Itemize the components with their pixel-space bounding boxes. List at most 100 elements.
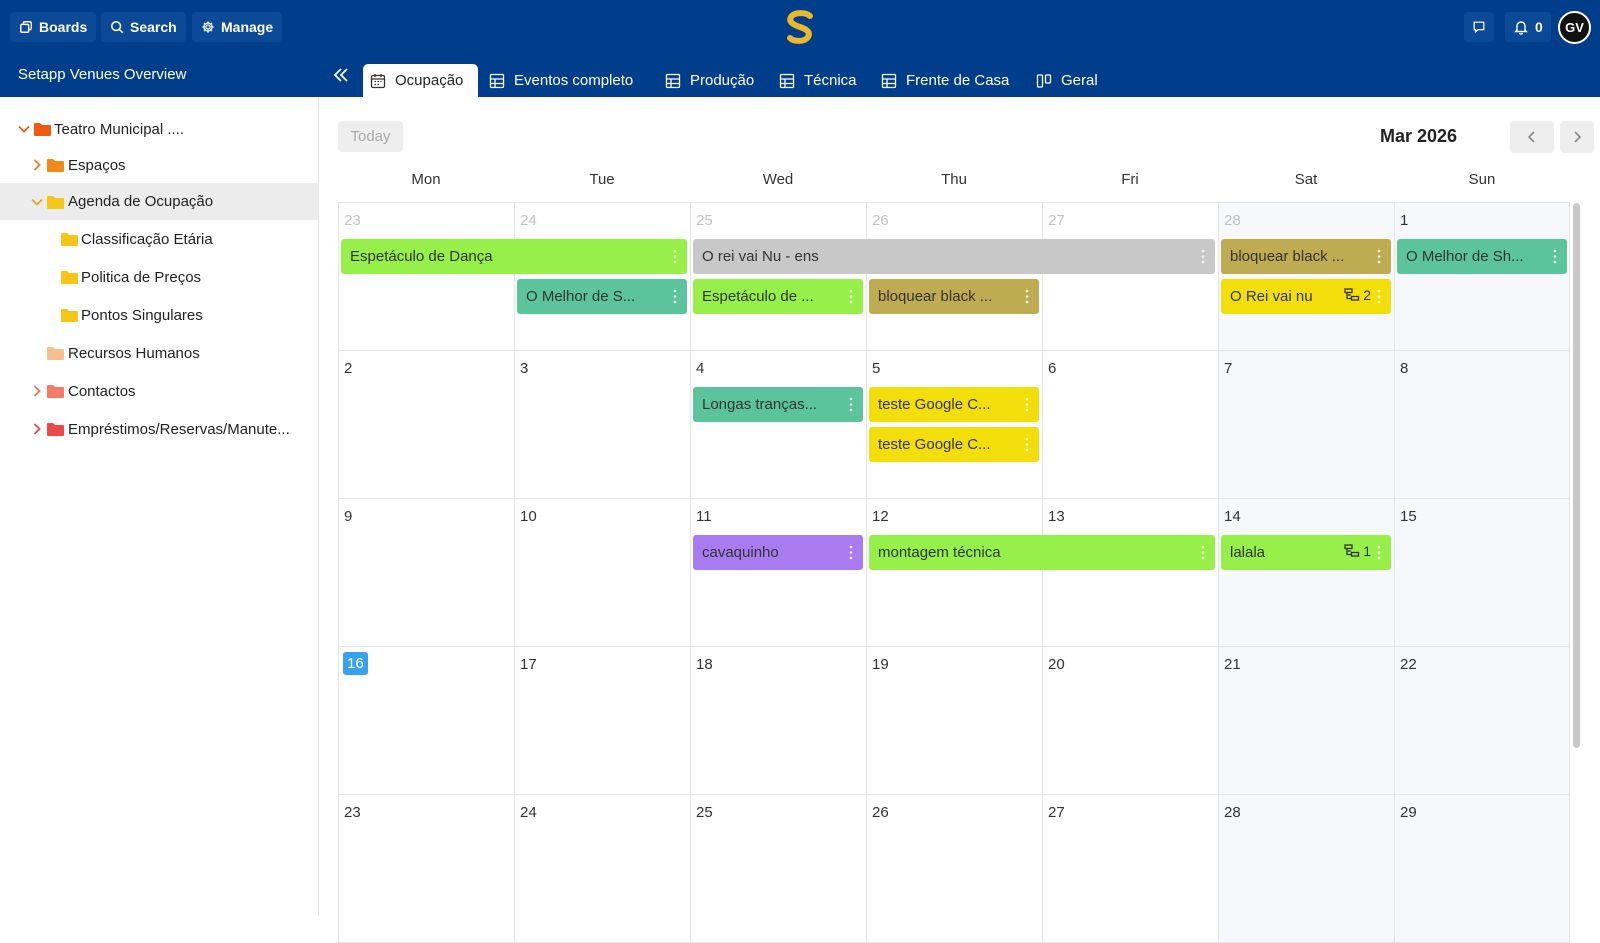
day-cell[interactable]	[1042, 203, 1218, 351]
day-cell[interactable]	[1394, 795, 1570, 943]
day-cell[interactable]	[1394, 499, 1570, 647]
chat-button[interactable]	[1464, 12, 1494, 42]
collapse-sidebar-icon[interactable]	[330, 64, 352, 86]
calendar-scrollbar[interactable]	[1573, 203, 1580, 748]
day-cell[interactable]	[866, 203, 1042, 351]
chevron-right-icon[interactable]	[30, 422, 44, 436]
calendar-event[interactable]: O Rei vai nu 2	[1221, 279, 1391, 314]
more-vertical-icon[interactable]	[1025, 437, 1029, 452]
chevron-down-icon[interactable]	[30, 195, 44, 209]
day-cell[interactable]	[690, 795, 866, 943]
more-vertical-icon[interactable]	[849, 289, 853, 304]
chevron-right-icon[interactable]	[30, 384, 44, 398]
day-cell[interactable]	[514, 203, 690, 351]
more-vertical-icon[interactable]	[849, 545, 853, 560]
day-cell[interactable]	[1218, 499, 1394, 647]
calendar-event[interactable]: bloquear black ...	[869, 279, 1039, 314]
sidebar-item-label: Politica de Preços	[81, 268, 202, 286]
more-vertical-icon[interactable]	[1377, 289, 1381, 304]
day-cell[interactable]	[690, 203, 866, 351]
event-title: teste Google C...	[878, 396, 991, 413]
chevron-down-icon[interactable]	[17, 122, 31, 136]
day-cell[interactable]	[514, 351, 690, 499]
day-cell[interactable]	[1218, 203, 1394, 351]
prev-month-button[interactable]	[1510, 121, 1554, 153]
more-vertical-icon[interactable]	[1201, 545, 1205, 560]
calendar-event[interactable]: lalala 1	[1221, 535, 1391, 570]
sidebar-item-pontos-singulares[interactable]: Pontos Singulares	[0, 297, 319, 333]
day-cell[interactable]	[690, 351, 866, 499]
calendar-event[interactable]: Espetáculo de ...	[693, 279, 863, 314]
calendar-event[interactable]: Longas tranças...	[693, 387, 863, 422]
day-cell[interactable]	[1042, 499, 1218, 647]
more-vertical-icon[interactable]	[1201, 249, 1205, 264]
tab-ocupacao[interactable]: Ocupação	[363, 64, 478, 97]
notifications-button[interactable]: 0	[1505, 12, 1551, 42]
calendar-event[interactable]: cavaquinho	[693, 535, 863, 570]
more-vertical-icon[interactable]	[1377, 545, 1381, 560]
sidebar-item-emprestimos[interactable]: Empréstimos/Reservas/Manute...	[0, 411, 319, 447]
day-cell[interactable]	[338, 499, 514, 647]
sidebar-item-espacos[interactable]: Espaços	[0, 147, 319, 183]
day-cell[interactable]	[338, 203, 514, 351]
day-cell[interactable]	[690, 647, 866, 795]
day-cell[interactable]	[1394, 351, 1570, 499]
calendar-event[interactable]: bloquear black ...	[1221, 239, 1391, 274]
app-logo[interactable]	[784, 10, 816, 44]
sidebar-item-recursos-humanos[interactable]: Recursos Humanos	[0, 335, 319, 371]
boards-button[interactable]: Boards	[10, 12, 97, 42]
sidebar-item-teatro-municipal[interactable]: Teatro Municipal ....	[0, 111, 319, 147]
more-vertical-icon[interactable]	[673, 249, 677, 264]
day-cell[interactable]	[1042, 647, 1218, 795]
next-month-button[interactable]	[1560, 121, 1594, 153]
sidebar-item-classificacao-etaria[interactable]: Classificação Etária	[0, 221, 319, 257]
day-cell[interactable]	[514, 795, 690, 943]
day-cell[interactable]	[1042, 795, 1218, 943]
more-vertical-icon[interactable]	[1025, 289, 1029, 304]
day-cell[interactable]	[1042, 351, 1218, 499]
calendar-event[interactable]: O Melhor de S...	[517, 279, 687, 314]
day-cell[interactable]	[690, 499, 866, 647]
calendar-event[interactable]: teste Google C...	[869, 387, 1039, 422]
calendar-event[interactable]: O rei vai Nu - ens	[693, 239, 1215, 274]
tab-tecnica[interactable]: Técnica	[772, 64, 864, 97]
calendar-event[interactable]: montagem técnica	[869, 535, 1215, 570]
more-vertical-icon[interactable]	[1553, 249, 1557, 264]
search-button[interactable]: Search	[101, 12, 186, 42]
sidebar-item-politica-de-precos[interactable]: Politica de Preços	[0, 259, 319, 295]
more-vertical-icon[interactable]	[1025, 397, 1029, 412]
day-number: 21	[1224, 656, 1241, 673]
sidebar-item-agenda-de-ocupacao[interactable]: Agenda de Ocupação	[0, 183, 319, 220]
manage-button[interactable]: Manage	[192, 12, 283, 42]
sidebar-item-contactos[interactable]: Contactos	[0, 373, 319, 409]
today-button[interactable]: Today	[338, 121, 403, 152]
day-cell[interactable]	[866, 647, 1042, 795]
chevron-right-icon[interactable]	[30, 158, 44, 172]
more-vertical-icon[interactable]	[673, 289, 677, 304]
day-cell[interactable]	[1218, 647, 1394, 795]
day-cell[interactable]	[1218, 795, 1394, 943]
tab-geral[interactable]: Geral	[1029, 64, 1105, 97]
calendar-event[interactable]: O Melhor de Sh...	[1397, 239, 1567, 274]
user-avatar[interactable]: GV	[1558, 11, 1591, 44]
calendar-event[interactable]: teste Google C...	[869, 427, 1039, 462]
day-cell[interactable]	[338, 351, 514, 499]
tab-frente-de-casa[interactable]: Frente de Casa	[874, 64, 1016, 97]
more-vertical-icon[interactable]	[849, 397, 853, 412]
day-cell[interactable]	[338, 795, 514, 943]
day-cell[interactable]	[1394, 203, 1570, 351]
more-vertical-icon[interactable]	[1377, 249, 1381, 264]
day-cell[interactable]	[514, 499, 690, 647]
day-number: 23	[344, 804, 361, 821]
day-cell[interactable]	[1218, 351, 1394, 499]
day-cell[interactable]	[514, 647, 690, 795]
weekday-header: Mon	[411, 171, 441, 188]
day-cell[interactable]	[866, 351, 1042, 499]
notifications-count: 0	[1535, 19, 1543, 35]
calendar-event[interactable]: Espetáculo de Dança	[341, 239, 687, 274]
day-cell[interactable]	[866, 499, 1042, 647]
tab-eventos-completo[interactable]: Eventos completo	[482, 64, 640, 97]
day-cell[interactable]	[1394, 647, 1570, 795]
day-cell[interactable]	[866, 795, 1042, 943]
tab-producao[interactable]: Produção	[658, 64, 761, 97]
